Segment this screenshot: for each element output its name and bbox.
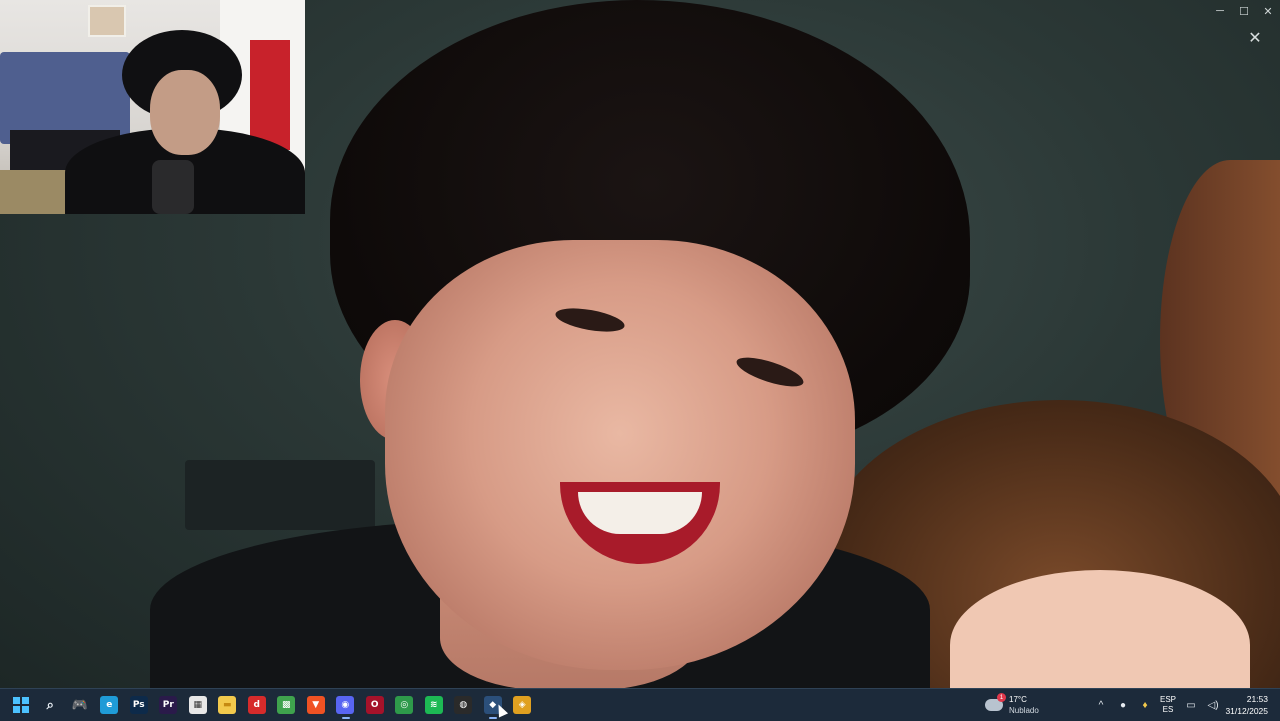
clock[interactable]: 21:53 31/12/2025 — [1225, 689, 1268, 721]
edge-icon: e — [100, 696, 119, 714]
window-controls: ─ ☐ ✕ — [1208, 0, 1280, 22]
clock-date: 31/12/2025 — [1225, 706, 1268, 716]
webcam-overlay — [0, 0, 305, 214]
photo-headboard — [185, 460, 375, 530]
window-close-button[interactable]: ✕ — [1256, 0, 1280, 22]
tray-overflow-chevron-icon[interactable]: ^ — [1090, 689, 1112, 721]
network-icon[interactable]: ▭ — [1180, 689, 1202, 721]
weather-condition: Nublado — [1009, 706, 1039, 715]
photoshop-icon: Ps — [129, 696, 148, 714]
maximize-button[interactable]: ☐ — [1232, 0, 1256, 22]
weather-text: 17°C Nublado — [1009, 694, 1039, 716]
obs-icon: ◍ — [454, 696, 473, 714]
taskbar-file-explorer-button[interactable]: ▬ — [213, 689, 243, 721]
tray-app-icon[interactable]: ● — [1112, 689, 1134, 721]
taskbar-brave-button[interactable]: ▼ — [301, 689, 331, 721]
store-icon: ▦ — [188, 696, 207, 714]
webcam-poster — [88, 5, 126, 37]
webcam-shelf — [250, 40, 290, 150]
weather-temperature: 17°C — [1009, 695, 1027, 704]
start-button[interactable] — [6, 689, 36, 721]
taskbar-obs-button[interactable]: ◍ — [449, 689, 479, 721]
taskbar-minecraft-button[interactable]: ▩ — [272, 689, 302, 721]
language-secondary: ES — [1162, 705, 1174, 714]
premiere-icon: Pr — [159, 696, 178, 714]
close-icon: ✕ — [1248, 30, 1262, 47]
taskbar-chrome-button[interactable]: ◎ — [390, 689, 420, 721]
taskbar-store-button[interactable]: ▦ — [183, 689, 213, 721]
game-controller-icon: 🎮 — [71, 697, 88, 713]
taskbar-game-controller-button[interactable]: 🎮 — [65, 689, 95, 721]
taskbar-photoshop-button[interactable]: Ps — [124, 689, 154, 721]
webcam-person-face — [150, 70, 220, 155]
clock-time: 21:53 — [1246, 694, 1268, 704]
photo-face — [385, 240, 855, 670]
taskbar-premiere-button[interactable]: Pr — [154, 689, 184, 721]
taskbar-layers-app-button[interactable]: ◈ — [508, 689, 538, 721]
taskbar-spotify-button[interactable]: ≋ — [419, 689, 449, 721]
volume-icon[interactable]: ◁) — [1202, 689, 1224, 721]
taskbar-opera-button[interactable]: O — [360, 689, 390, 721]
language-primary: ESP — [1160, 695, 1177, 704]
taskbar-red-app-button[interactable]: d — [242, 689, 272, 721]
cloud-icon: 1 — [985, 693, 1006, 711]
weather-widget[interactable]: 1 17°C Nublado — [985, 689, 1039, 721]
layers-app-icon: ◈ — [513, 696, 532, 714]
taskbar-edge-button[interactable]: e — [95, 689, 125, 721]
webcam-microphone — [152, 160, 194, 214]
red-app-icon: d — [247, 696, 266, 714]
weather-badge: 1 — [997, 693, 1006, 702]
language-indicator[interactable]: ESP ES — [1160, 695, 1176, 715]
taskbar-app-list: ⌕ 🎮 e Ps Pr ▦ ▬ d ▩ ▼ ◉ O ◎ ≋ ◍ ◆ ◈ — [6, 689, 537, 721]
viewer-close-button[interactable]: ✕ — [1242, 25, 1268, 51]
taskbar-discord-button[interactable]: ◉ — [331, 689, 361, 721]
minimize-button[interactable]: ─ — [1208, 0, 1232, 22]
file-explorer-icon: ▬ — [218, 696, 237, 714]
microphone-icon[interactable]: ♦ — [1134, 689, 1156, 721]
system-tray: ^ ● ♦ ESP ES ▭ ◁) — [1090, 689, 1224, 721]
brave-icon: ▼ — [306, 696, 325, 714]
spotify-icon: ≋ — [424, 696, 443, 714]
taskbar: ⌕ 🎮 e Ps Pr ▦ ▬ d ▩ ▼ ◉ O ◎ ≋ ◍ ◆ ◈ 1 17°C Nublado ^ ● ♦… — [0, 688, 1280, 721]
search-icon: ⌕ — [46, 697, 54, 713]
discord-icon: ◉ — [336, 696, 355, 714]
minecraft-icon: ▩ — [277, 696, 296, 714]
windows-logo-icon — [12, 697, 29, 713]
opera-icon: O — [365, 696, 384, 714]
taskbar-search-button[interactable]: ⌕ — [36, 689, 66, 721]
chrome-icon: ◎ — [395, 696, 414, 714]
